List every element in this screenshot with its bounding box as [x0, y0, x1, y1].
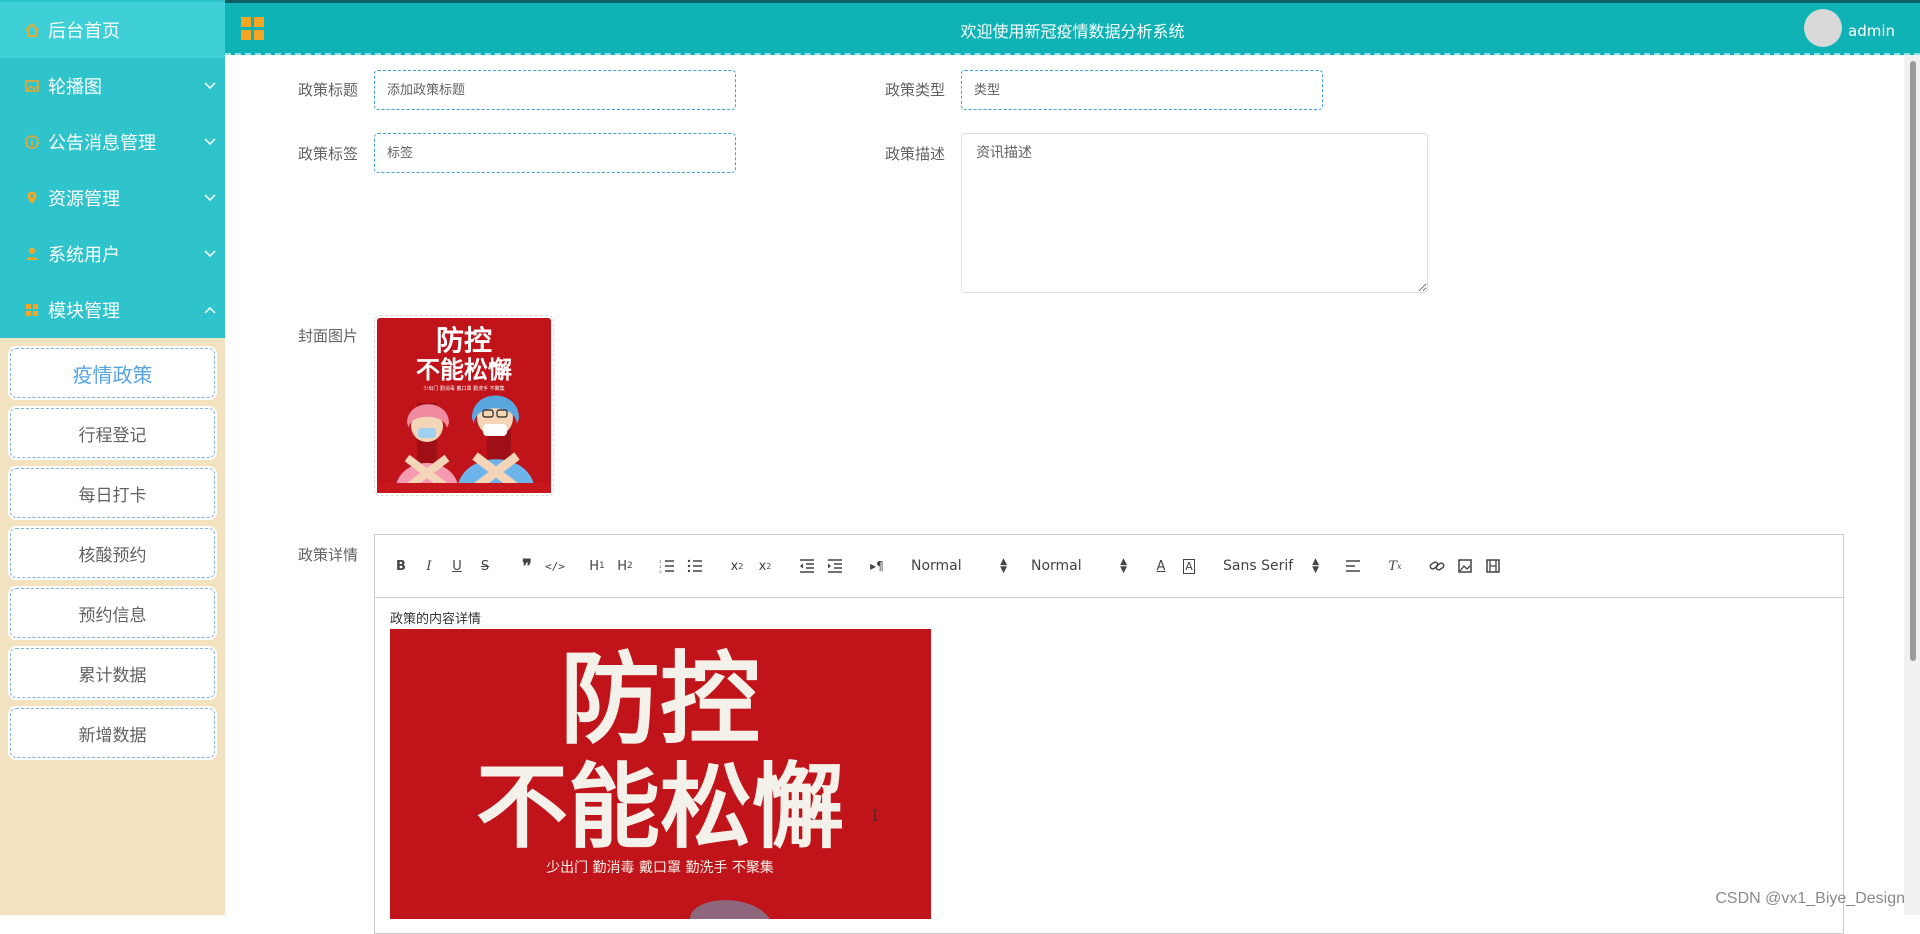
submenu-item-booking-info[interactable]: 预约信息 [10, 588, 215, 638]
font-picker[interactable]: Sans Serif ▲▼ [1217, 558, 1325, 574]
indent-icon[interactable] [821, 554, 849, 578]
picker-arrows-icon: ▲▼ [1312, 558, 1319, 574]
page-scrollbar[interactable] [1904, 55, 1920, 915]
bold-icon[interactable]: B [387, 554, 415, 578]
heading-1-icon[interactable]: H1 [583, 554, 611, 578]
bullet-list-icon[interactable] [681, 554, 709, 578]
editor-content[interactable]: 政策的内容详情 防控 不能松懈 少出门 勤消毒 戴口罩 勤洗手 不聚集 [375, 598, 1843, 933]
superscript-icon[interactable]: x2 [751, 554, 779, 578]
sidebar-item-label: 模块管理 [48, 297, 195, 323]
submenu-item-nucleic-test-booking[interactable]: 核酸预约 [10, 528, 215, 578]
outdent-icon[interactable] [793, 554, 821, 578]
submenu-item-cumulative-data[interactable]: 累计数据 [10, 648, 215, 698]
clear-format-icon[interactable]: Tx [1381, 554, 1409, 578]
header-picker-value: Normal [911, 558, 962, 574]
svg-text:3: 3 [659, 569, 662, 573]
cover-image-label: 封面图片 [298, 325, 358, 346]
strikethrough-icon[interactable]: S [471, 554, 499, 578]
chevron-down-icon [195, 78, 225, 94]
policy-title-input[interactable] [374, 70, 736, 110]
video-insert-icon[interactable] [1479, 554, 1507, 578]
policy-detail-label: 政策详情 [298, 544, 358, 565]
size-picker[interactable]: Normal ▲▼ [1025, 558, 1133, 574]
submenu-item-daily-checkin[interactable]: 每日打卡 [10, 468, 215, 518]
home-icon [24, 22, 40, 38]
rich-text-editor: B I U S ❞ </> H1 H2 123 x2 x2 ▸¶ Normal … [374, 534, 1844, 934]
scrollbar-thumb[interactable] [1910, 61, 1916, 661]
cover-poster-slogan: 少出门 勤消毒 戴口罩 勤洗手 不聚集 [423, 385, 504, 392]
background-color-icon[interactable]: A [1175, 554, 1203, 578]
submenu-item-trip-registration[interactable]: 行程登记 [10, 408, 215, 458]
avatar[interactable] [1804, 9, 1842, 47]
sidebar: 后台首页 轮播图 公告消息管理 资源管理 [0, 0, 225, 915]
picker-arrows-icon: ▲▼ [1120, 558, 1127, 574]
subscript-icon[interactable]: x2 [723, 554, 751, 578]
content-poster-line1: 防控 [560, 641, 760, 758]
italic-icon[interactable]: I [415, 554, 443, 578]
editor-toolbar: B I U S ❞ </> H1 H2 123 x2 x2 ▸¶ Normal … [375, 535, 1843, 598]
location-icon [24, 190, 40, 206]
image-icon [24, 78, 40, 94]
sidebar-item-label: 公告消息管理 [48, 129, 195, 155]
policy-tag-label: 政策标签 [298, 143, 358, 164]
font-picker-value: Sans Serif [1223, 558, 1293, 574]
blockquote-icon[interactable]: ❞ [513, 554, 541, 578]
content-poster-image: 防控 不能松懈 少出门 勤消毒 戴口罩 勤洗手 不聚集 [390, 629, 931, 919]
text-direction-icon[interactable]: ▸¶ [863, 554, 891, 578]
code-block-icon[interactable]: </> [541, 554, 569, 578]
cover-image-upload[interactable]: 防控 不能松懈 少出门 勤消毒 戴口罩 勤洗手 不聚集 [374, 315, 554, 496]
text-cursor-icon: I [872, 806, 878, 825]
policy-description-label: 政策描述 [885, 143, 945, 164]
watermark: CSDN @vx1_Biye_Design [1715, 890, 1905, 908]
size-picker-value: Normal [1031, 558, 1082, 574]
sidebar-item-home[interactable]: 后台首页 [0, 2, 225, 58]
content-poster-slogan: 少出门 勤消毒 戴口罩 勤洗手 不聚集 [546, 859, 774, 876]
underline-icon[interactable]: U [443, 554, 471, 578]
picker-arrows-icon: ▲▼ [1000, 558, 1007, 574]
sidebar-item-label: 系统用户 [48, 241, 195, 267]
policy-type-label: 政策类型 [885, 79, 945, 100]
sidebar-item-carousel[interactable]: 轮播图 [0, 58, 225, 114]
policy-tag-input[interactable] [374, 133, 736, 173]
heading-2-icon[interactable]: H2 [611, 554, 639, 578]
sidebar-item-notice[interactable]: 公告消息管理 [0, 114, 225, 170]
sidebar-item-label: 资源管理 [48, 185, 195, 211]
submenu-item-epidemic-policy[interactable]: 疫情政策 [10, 348, 215, 398]
editor-content-text: 政策的内容详情 [390, 608, 1828, 627]
sidebar-item-resources[interactable]: 资源管理 [0, 170, 225, 226]
chevron-down-icon [195, 246, 225, 262]
app-title: 欢迎使用新冠疫情数据分析系统 [225, 18, 1920, 42]
text-color-icon[interactable]: A [1147, 554, 1175, 578]
align-icon[interactable] [1339, 554, 1367, 578]
chevron-down-icon [195, 190, 225, 206]
header-picker[interactable]: Normal ▲▼ [905, 558, 1013, 574]
module-icon [24, 302, 40, 318]
cover-poster-line1: 防控 [436, 324, 492, 357]
policy-type-input[interactable] [961, 70, 1323, 110]
image-insert-icon[interactable] [1451, 554, 1479, 578]
chevron-down-icon [195, 134, 225, 150]
cover-poster-image: 防控 不能松懈 少出门 勤消毒 戴口罩 勤洗手 不聚集 [377, 318, 551, 493]
sidebar-menu: 后台首页 轮播图 公告消息管理 资源管理 [0, 0, 225, 338]
username[interactable]: admin [1848, 22, 1895, 40]
user-icon [24, 246, 40, 262]
cover-poster-line2: 不能松懈 [416, 356, 512, 384]
sidebar-item-label: 轮播图 [48, 73, 195, 99]
policy-description-textarea[interactable] [961, 133, 1428, 293]
sidebar-item-modules[interactable]: 模块管理 [0, 282, 225, 338]
ordered-list-icon[interactable]: 123 [653, 554, 681, 578]
top-header: 欢迎使用新冠疫情数据分析系统 admin [225, 0, 1920, 55]
policy-title-label: 政策标题 [298, 79, 358, 100]
link-icon[interactable] [1423, 554, 1451, 578]
submenu: 疫情政策 行程登记 每日打卡 核酸预约 预约信息 累计数据 新增数据 [0, 338, 225, 758]
sidebar-item-label: 后台首页 [48, 17, 225, 43]
content-poster-line2: 不能松懈 [476, 754, 844, 861]
info-icon [24, 134, 40, 150]
chevron-up-icon [195, 302, 225, 318]
sidebar-item-users[interactable]: 系统用户 [0, 226, 225, 282]
submenu-item-new-data[interactable]: 新增数据 [10, 708, 215, 758]
